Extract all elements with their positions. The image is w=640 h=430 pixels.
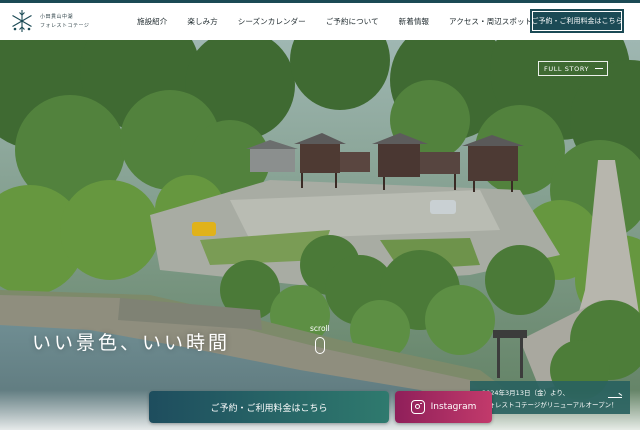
- scroll-mouse-icon[interactable]: [315, 337, 325, 354]
- reservation-bottom-button[interactable]: ご予約・ご利用料金はこちら: [149, 391, 389, 423]
- arrow-right-icon: [608, 397, 622, 398]
- reservation-header-button[interactable]: ご予約・ご利用料金はこちら: [530, 9, 624, 33]
- news-banner[interactable]: 2024年3月13日（金）より、 フォレストコテージがリニューアルオープン！: [470, 381, 630, 414]
- hero-catchcopy: いい景色、いい時間: [32, 332, 231, 354]
- global-nav: 施設紹介 楽しみ方 シーズンカレンダー ご予約について 新着情報 アクセス・周辺…: [128, 3, 532, 40]
- instagram-button[interactable]: Instagram: [395, 391, 492, 423]
- nav-item-access[interactable]: アクセス・周辺スポット: [449, 16, 532, 27]
- site-logo[interactable]: 小田貫山中湖 フォレストコテージ: [10, 9, 89, 33]
- full-story-label: FULL STORY: [544, 64, 590, 73]
- nav-item-facilities[interactable]: 施設紹介: [137, 16, 167, 27]
- nav-item-news[interactable]: 新着情報: [399, 16, 429, 27]
- instagram-icon: [410, 400, 425, 414]
- news-line-2: フォレストコテージがリニューアルオープン！: [482, 401, 618, 409]
- site-header: 小田貫山中湖 フォレストコテージ 施設紹介 楽しみ方 シーズンカレンダー ご予約…: [0, 3, 640, 40]
- nav-item-season-calendar[interactable]: シーズンカレンダー: [238, 16, 306, 27]
- snowflake-logo-icon: [12, 10, 32, 32]
- full-story-button[interactable]: FULL STORY: [538, 61, 608, 76]
- scroll-label: scroll: [310, 324, 330, 333]
- hero-section: FULL STORY いい景色、いい時間 scroll 2024年3月13日（金…: [0, 40, 640, 430]
- arrow-right-icon: [595, 68, 603, 69]
- logo-text: 小田貫山中湖 フォレストコテージ: [40, 13, 89, 29]
- nav-item-how-to-enjoy[interactable]: 楽しみ方: [187, 16, 217, 27]
- hero-photo: [0, 40, 640, 430]
- instagram-label: Instagram: [430, 402, 477, 412]
- logo-line-2: フォレストコテージ: [40, 23, 90, 29]
- logo-line-1: 小田貫山中湖: [40, 14, 74, 20]
- nav-item-reservation-info[interactable]: ご予約について: [326, 16, 379, 27]
